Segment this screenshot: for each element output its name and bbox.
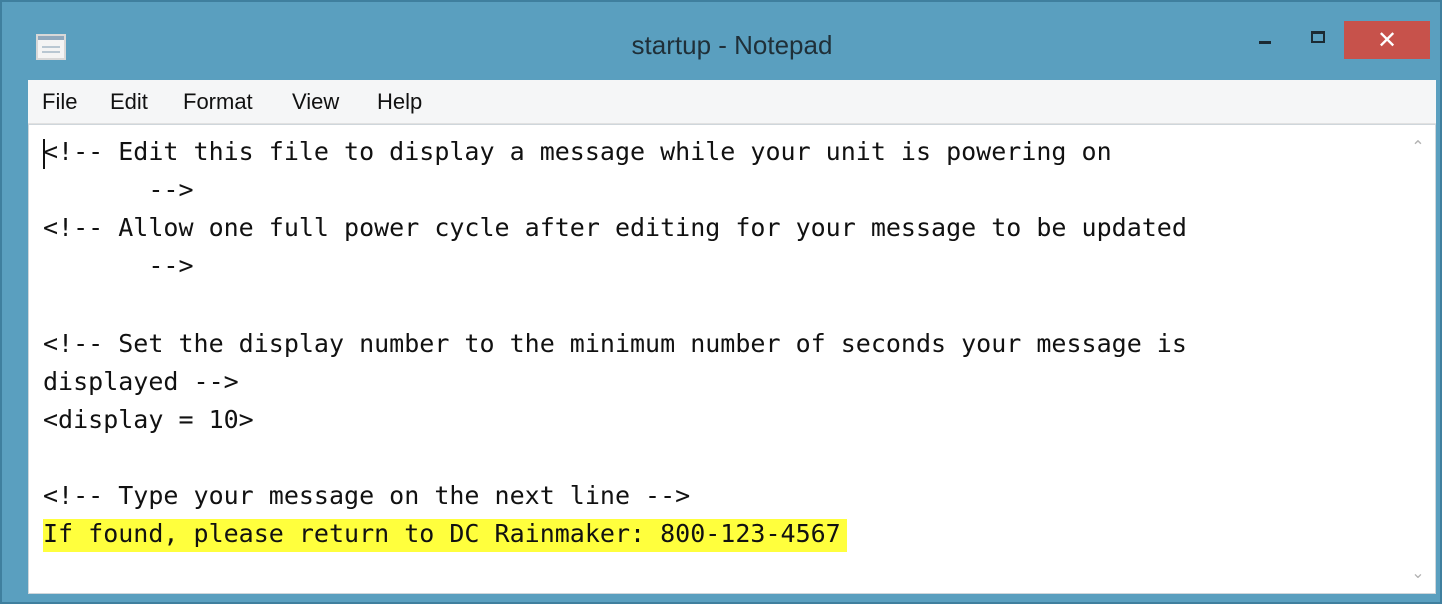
text-line: <!-- Set the display number to the minim… [43, 329, 1187, 358]
highlighted-message: If found, please return to DC Rainmaker:… [43, 519, 847, 552]
text-content[interactable]: <!-- Edit this file to display a message… [43, 133, 1383, 583]
scroll-up-arrow-icon[interactable]: ⌃ [1409, 137, 1427, 156]
vertical-scrollbar[interactable]: ⌃ ⌄ [1401, 125, 1435, 593]
text-line: <!-- Type your message on the next line … [43, 481, 691, 510]
window-title: startup - Notepad [631, 30, 833, 60]
maximize-icon [1311, 31, 1325, 43]
minimize-button[interactable] [1248, 22, 1284, 60]
text-line: <!-- Edit this file to display a message… [43, 137, 1112, 166]
menu-bar: File Edit Format View Help [28, 80, 1436, 124]
minimize-icon [1259, 41, 1271, 44]
maximize-button[interactable] [1298, 22, 1338, 60]
menu-help[interactable]: Help [377, 89, 422, 115]
text-line: <display = 10> [43, 405, 254, 434]
text-editor[interactable]: <!-- Edit this file to display a message… [28, 124, 1436, 594]
notepad-window: startup - Notepad ✕ File Edit Format Vie… [0, 0, 1442, 604]
text-line: displayed --> [43, 367, 239, 396]
text-line: --> [43, 251, 194, 280]
menu-view[interactable]: View [292, 89, 339, 115]
close-button[interactable]: ✕ [1344, 21, 1430, 59]
menu-format[interactable]: Format [183, 89, 253, 115]
text-line: --> [43, 175, 194, 204]
text-line: <!-- Allow one full power cycle after ed… [43, 213, 1187, 242]
menu-edit[interactable]: Edit [110, 89, 148, 115]
title-bar[interactable]: startup - Notepad ✕ [2, 2, 1440, 78]
close-icon: ✕ [1376, 26, 1398, 54]
highlighted-message-line: If found, please return to DC Rainmaker:… [43, 515, 847, 553]
scroll-down-arrow-icon[interactable]: ⌄ [1409, 563, 1427, 582]
menu-file[interactable]: File [42, 89, 77, 115]
